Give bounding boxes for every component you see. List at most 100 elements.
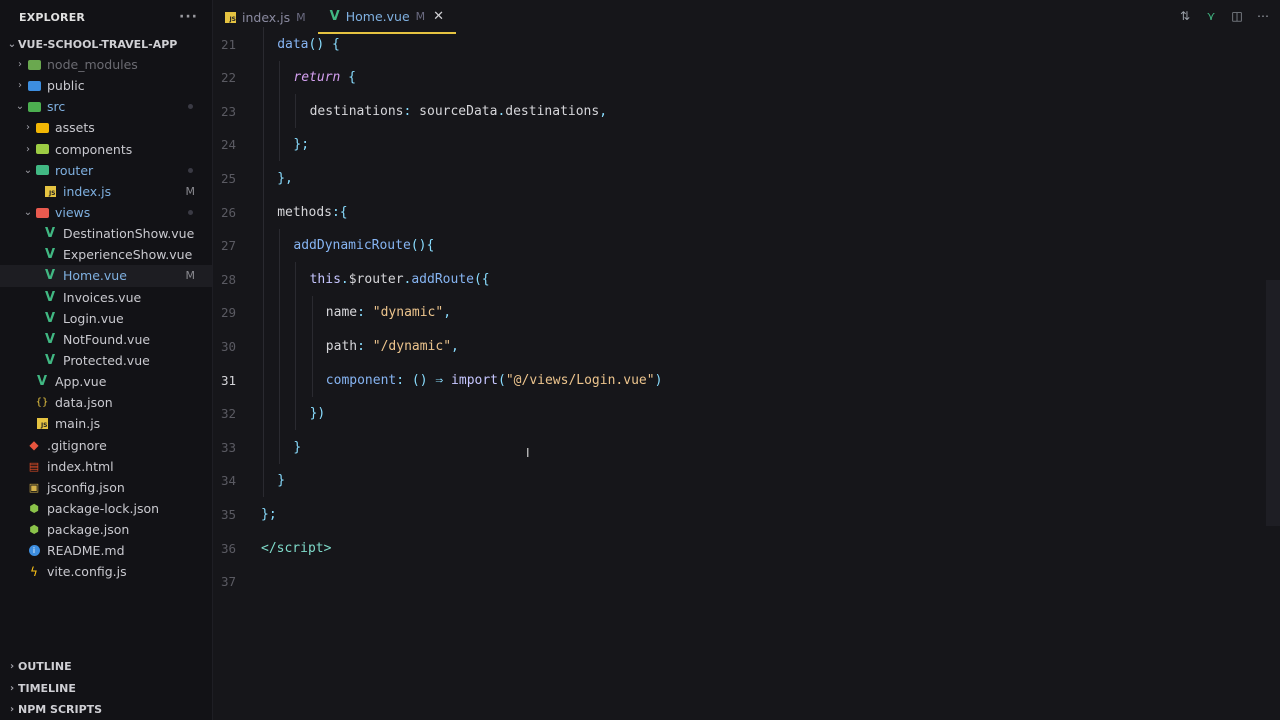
src-folder-icon (26, 100, 42, 114)
code-text: methods:{ (277, 205, 347, 220)
tree-item[interactable]: ⌄ src (0, 96, 212, 117)
more-actions-icon[interactable]: ⋯ (1256, 9, 1270, 23)
code-line[interactable]: 37 (213, 572, 1266, 592)
tree-item-label: DestinationShow.vue (63, 226, 195, 242)
code-text: }) (310, 406, 326, 421)
code-line[interactable]: 28 this.$router.addRoute({ (213, 269, 1266, 289)
tree-item[interactable]: › components (0, 139, 212, 160)
indent-guide (263, 396, 264, 431)
code-token: ) (654, 372, 663, 388)
chevron-down-icon: ⌄ (23, 207, 33, 219)
tree-item[interactable]: ⬢ package-lock.json (0, 498, 212, 519)
tree-item[interactable]: ⌄ views (0, 202, 212, 223)
tree-item[interactable]: V Protected.vue (0, 350, 212, 371)
tree-item[interactable]: {} data.json (0, 392, 212, 413)
tree-item[interactable]: V ExperienceShow.vue (0, 244, 212, 265)
code-line[interactable]: 36 </script> (213, 538, 1266, 558)
code-token: , (599, 103, 608, 119)
chevron-down-icon: ⌄ (15, 101, 25, 113)
tree-item[interactable]: V Invoices.vue (0, 287, 212, 308)
tab-home-vue[interactable]: V Home.vue M ✕ (317, 0, 457, 34)
modified-dot (188, 210, 193, 216)
code-token: : (357, 338, 373, 354)
timeline-section[interactable]: › TIMELINE (0, 678, 218, 699)
code-line[interactable]: 23 destinations: sourceData.destinations, (213, 101, 1266, 121)
code-line[interactable]: 22 return { (213, 68, 1266, 88)
tree-item-label: ExperienceShow.vue (63, 247, 193, 263)
vue-extension-icon[interactable]: ⋎ (1204, 9, 1218, 23)
line-number: 32 (220, 406, 236, 422)
code-token: > (323, 540, 332, 556)
tree-item[interactable]: ▤ index.html (0, 456, 212, 477)
code-text: }; (293, 137, 309, 152)
indent-guide (279, 295, 281, 330)
code-token: addDynamicRoute (293, 238, 411, 254)
tree-item[interactable]: JS index.js M (0, 181, 212, 202)
tree-item[interactable]: ⬢ package.json (0, 519, 212, 540)
public-folder-icon (26, 79, 42, 93)
code-line[interactable]: 27 addDynamicRoute(){ (213, 236, 1266, 256)
code-token: this (309, 271, 341, 287)
split-editor-icon[interactable]: ◫ (1230, 9, 1244, 23)
git-icon: ◆ (29, 438, 39, 453)
indent-guide (263, 228, 264, 263)
tree-item-label: package-lock.json (47, 501, 160, 517)
code-line[interactable]: 33} (213, 437, 1266, 457)
tree-item[interactable]: › public (0, 75, 212, 96)
code-line[interactable]: 31 component: () ⇒ import("@/views/Login.… (213, 370, 1266, 390)
code-editor[interactable]: 21 data() { 22 return { 23 destinations: sour… (213, 27, 1266, 720)
tree-item[interactable]: › assets (0, 117, 212, 138)
code-token: sourceData (419, 103, 498, 119)
vue-file-icon: V (44, 310, 56, 326)
code-token: () { (308, 36, 340, 52)
text-cursor-icon: I (526, 446, 530, 460)
modified-dot (188, 167, 193, 173)
tab-index-js[interactable]: JS index.js M (213, 0, 318, 34)
tree-item[interactable]: JS main.js (0, 413, 212, 434)
tree-item[interactable]: V Login.vue (0, 308, 212, 329)
jsconfig-icon: ▣ (28, 480, 40, 494)
tree-item-label: Home.vue (63, 268, 127, 284)
code-line[interactable]: 26 methods:{ (213, 202, 1266, 222)
tree-item[interactable]: ⌄ router (0, 160, 212, 181)
code-token: . (340, 271, 349, 287)
outline-section[interactable]: › OUTLINE (0, 656, 218, 677)
tree-item[interactable]: › node_modules (0, 54, 212, 75)
outline-label: OUTLINE (18, 660, 72, 673)
code-token: path (325, 338, 358, 354)
project-root-folder[interactable]: ⌄ VUE-SCHOOL-TRAVEL-APP (0, 34, 212, 54)
tree-item-label: App.vue (55, 374, 107, 390)
code-line[interactable]: 21 data() { (213, 34, 1266, 54)
code-line[interactable]: 32}) (213, 404, 1266, 424)
modified-dot (188, 104, 193, 110)
chevron-right-icon: › (9, 683, 15, 694)
code-token: script (276, 540, 324, 556)
close-icon[interactable]: ✕ (433, 9, 444, 24)
npm-lock-icon: ⬢ (29, 502, 39, 516)
npm-scripts-section[interactable]: › NPM SCRIPTS (0, 699, 218, 720)
code-line[interactable]: 34} (213, 471, 1266, 491)
tree-item-label: Invoices.vue (63, 289, 142, 305)
editor-scrollbar[interactable] (1266, 280, 1280, 526)
tree-item[interactable]: ϟ vite.config.js (0, 561, 212, 582)
tree-item[interactable]: V App.vue (0, 371, 212, 392)
tree-item[interactable]: ▣ jsconfig.json (0, 477, 212, 498)
tree-item[interactable]: V DestinationShow.vue (0, 223, 212, 244)
tree-item[interactable]: V NotFound.vue (0, 329, 212, 350)
code-text: name: "dynamic", (326, 305, 451, 320)
code-line[interactable]: 30 path: "/dynamic", (213, 336, 1266, 356)
code-token: methods (277, 204, 332, 220)
code-line[interactable]: 29 name: "dynamic", (213, 303, 1266, 323)
code-token: </ (261, 540, 277, 556)
code-line[interactable]: 25}, (213, 168, 1266, 188)
line-number: 30 (220, 338, 236, 354)
code-line[interactable]: 35}; (213, 504, 1266, 524)
tree-item[interactable]: V Home.vue M (0, 265, 212, 287)
more-actions-icon[interactable]: ··· (179, 9, 198, 25)
line-number: 31 (220, 372, 236, 388)
code-text: return { (293, 70, 356, 85)
compare-changes-icon[interactable]: ⇅ (1178, 9, 1192, 23)
tree-item[interactable]: i README.md (0, 540, 212, 561)
tree-item[interactable]: ◆ .gitignore (0, 435, 212, 456)
code-line[interactable]: 24}; (213, 135, 1266, 155)
